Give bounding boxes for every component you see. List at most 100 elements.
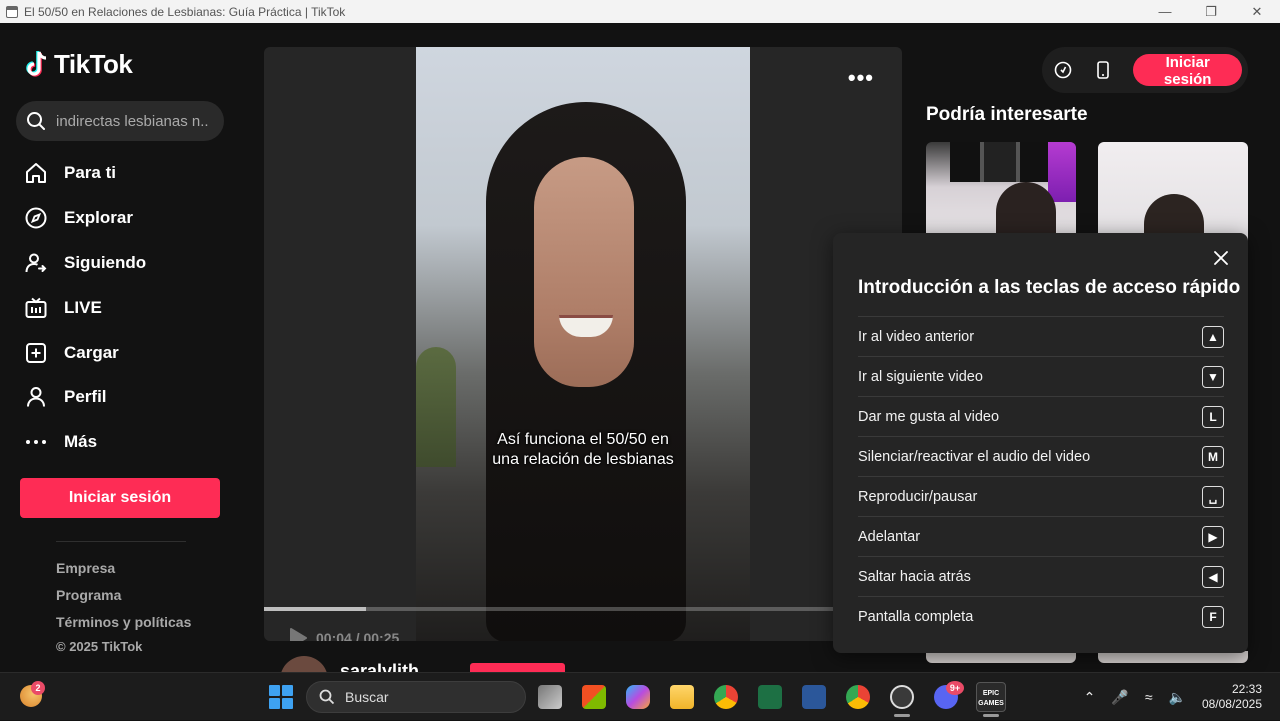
shortcut-row: Ir al video anterior ▲ [858,316,1224,356]
video-progress-bar[interactable] [264,607,902,611]
shortcut-label: Dar me gusta al video [858,408,1000,425]
window-titlebar: El 50/50 en Relaciones de Lesbianas: Guí… [0,0,1280,23]
following-icon [24,251,48,275]
more-options-icon[interactable]: ••• [848,65,874,91]
taskbar-search[interactable]: Buscar [306,681,526,713]
key-f: F [1202,605,1224,628]
copyright: © 2025 TikTok [56,639,143,654]
sidebar-item-label: Siguiendo [64,252,147,272]
tiktok-note-icon [26,50,47,77]
microphone-icon[interactable]: 🎤 [1111,689,1128,706]
author-username[interactable]: saralylith [340,661,419,673]
footer-link-programa[interactable]: Programa [56,586,191,613]
chevron-up-icon[interactable]: ⌃ [1084,689,1096,706]
top-right-controls: Iniciar sesión [1042,47,1248,93]
video-player[interactable]: Así funciona el 50/50 en una relación de… [264,47,902,641]
active-app-indicator [894,714,910,717]
obs-icon[interactable] [890,685,914,709]
home-icon [24,161,48,185]
footer-link-terminos[interactable]: Términos y políticas [56,613,191,640]
sidebar-item-cargar[interactable]: Cargar [20,330,230,375]
keyboard-shortcuts-modal: Introducción a las teclas de acceso rápi… [833,233,1248,653]
login-button-sidebar[interactable]: Iniciar sesión [20,478,220,518]
close-icon[interactable] [1212,249,1230,267]
recommended-video-thumbnail[interactable] [926,142,1076,242]
close-icon[interactable]: ✕ [1234,0,1280,23]
sidebar: TikTok Para ti Explorar Siguiendo LIVE [0,23,240,672]
recommended-video-thumbnail[interactable] [1098,142,1248,242]
excel-icon[interactable] [758,685,782,709]
video-progress-fill [264,607,367,611]
shortcut-label: Silenciar/reactivar el audio del video [858,448,1091,465]
video-caption-line: Así funciona el 50/50 en [497,431,669,448]
search-icon [319,689,335,705]
windows-start-icon[interactable] [269,685,293,709]
volume-icon[interactable]: 🔈 [1169,689,1186,706]
shortcut-row: Pantalla completa F [858,596,1224,636]
coin-icon[interactable] [1054,61,1072,79]
sidebar-item-label: Cargar [64,342,119,362]
sidebar-item-label: Explorar [64,208,133,228]
sidebar-item-para-ti[interactable]: Para ti [20,151,230,196]
shortcut-row: Silenciar/reactivar el audio del video M [858,436,1224,476]
video-author-row: saralylith [280,656,419,672]
epic-games-icon[interactable]: EPIC GAMES [976,682,1006,712]
wifi-icon[interactable]: ≈ [1145,689,1153,705]
search-input[interactable] [56,112,208,130]
follow-button[interactable] [470,663,565,672]
thumbnail-posters [950,142,1050,182]
shortcut-label: Ir al video anterior [858,328,975,345]
compass-icon [24,206,48,230]
sidebar-item-perfil[interactable]: Perfil [20,375,230,420]
tiktok-app: TikTok Para ti Explorar Siguiendo LIVE [0,23,1280,672]
shortcut-label: Saltar hacia atrás [858,568,971,585]
minimize-icon[interactable]: — [1142,0,1188,23]
sidebar-item-mas[interactable]: Más [20,420,230,465]
shortcut-label: Adelantar [858,528,921,545]
key-space-icon: ␣ [1202,485,1224,508]
task-view-icon[interactable] [538,685,562,709]
shortcut-row: Ir al siguiente video ▼ [858,356,1224,396]
profile-icon [24,385,48,409]
app-icon [6,5,18,18]
search-box[interactable] [16,101,224,141]
microsoft-store-icon[interactable] [582,685,606,709]
footer-link-empresa[interactable]: Empresa [56,559,191,586]
taskbar-search-label: Buscar [345,689,389,705]
word-icon[interactable] [802,685,826,709]
avatar[interactable] [280,656,328,672]
upload-icon [24,341,48,365]
key-m: M [1202,445,1224,468]
clock[interactable]: 22:33 08/08/2025 [1202,682,1262,712]
shortcut-row: Dar me gusta al video L [858,396,1224,436]
search-icon[interactable] [26,111,46,131]
key-arrow-up-icon: ▲ [1202,325,1224,348]
sidebar-item-siguiendo[interactable]: Siguiendo [20,241,230,286]
file-explorer-icon[interactable] [670,685,694,709]
restore-icon[interactable]: ❐ [1188,0,1234,23]
key-arrow-down-icon: ▼ [1202,365,1224,388]
play-icon[interactable] [288,627,308,641]
active-app-indicator [983,714,999,717]
video-frame[interactable]: Así funciona el 50/50 en una relación de… [416,47,750,641]
shortcut-row: Reproducir/pausar ␣ [858,476,1224,516]
sidebar-item-label: Más [64,432,98,452]
sidebar-item-explorar[interactable]: Explorar [20,196,230,241]
sidebar-nav: Para ti Explorar Siguiendo LIVE Cargar P… [20,151,230,465]
sidebar-item-live[interactable]: LIVE [20,285,230,330]
copilot-icon[interactable] [626,685,650,709]
more-icon [24,430,48,454]
tiktok-logo[interactable]: TikTok [24,49,133,80]
video-caption: Así funciona el 50/50 en una relación de… [416,430,750,470]
chrome-icon[interactable] [714,685,738,709]
modal-title: Introducción a las teclas de acceso rápi… [858,277,1241,298]
login-button-header[interactable]: Iniciar sesión [1133,54,1242,88]
sidebar-item-label: Perfil [64,387,107,407]
system-tray: ⌃ 🎤 ≈ 🔈 22:33 08/08/2025 [1084,673,1262,721]
mobile-device-icon[interactable] [1094,61,1111,79]
clock-time: 22:33 [1231,682,1262,696]
chrome-profile-icon[interactable] [846,685,870,709]
recommendations-title: Podría interesarte [926,104,1088,125]
thumbnail-neon [1048,142,1076,202]
video-timecode: 00:04 / 00:25 [316,630,400,641]
